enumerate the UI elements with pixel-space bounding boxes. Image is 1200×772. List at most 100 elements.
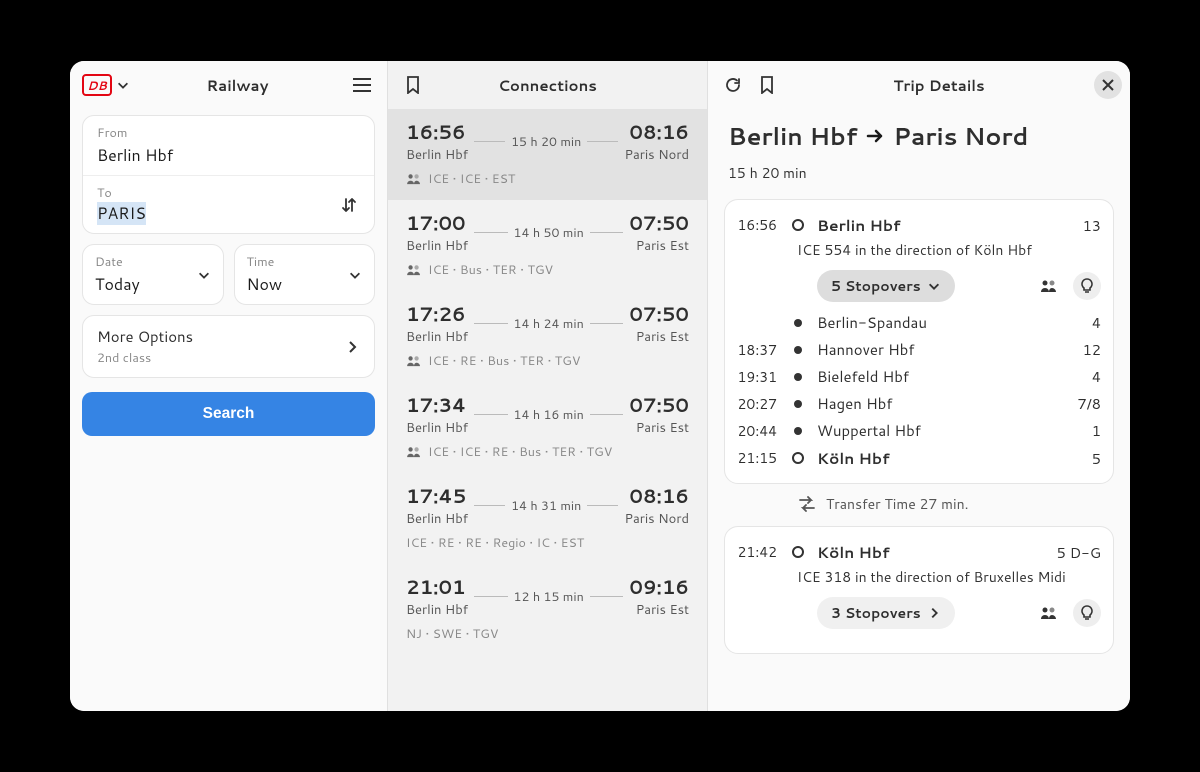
arr-time: 07:50 xyxy=(629,392,689,419)
stopover-row: 20:27Hagen Hbf7/8 xyxy=(733,393,1101,414)
from-label: From xyxy=(97,124,360,142)
menu-button[interactable] xyxy=(345,68,379,102)
station-dot-major xyxy=(792,546,804,558)
remarks-button[interactable] xyxy=(1073,599,1101,627)
arr-station: Paris Est xyxy=(629,237,689,255)
trip-segments[interactable]: 16:56 Berlin Hbf 13 ICE 554 in the direc… xyxy=(708,189,1130,705)
stopovers-toggle[interactable]: 3 Stopovers xyxy=(817,597,955,629)
connection-item[interactable]: 21:01Berlin Hbf12 h 15 min09:16Paris Est… xyxy=(388,564,707,655)
dep-station: Berlin Hbf xyxy=(406,510,468,528)
duration: 14 h 50 min xyxy=(474,224,623,242)
swap-button[interactable] xyxy=(334,190,364,220)
passengers-icon xyxy=(406,264,422,276)
search-button[interactable]: Search xyxy=(82,392,375,436)
train-types: ICE • RE • Bus • TER • TGV xyxy=(428,352,580,370)
search-form: From Berlin Hbf To PARIS Date To xyxy=(70,109,387,442)
duration: 14 h 16 min xyxy=(474,406,623,424)
stop-time: 20:27 xyxy=(733,394,779,414)
time-selector[interactable]: Time Now xyxy=(235,245,375,304)
dep-time: 17:34 xyxy=(406,392,468,419)
trip-to: Paris Nord xyxy=(893,119,1028,153)
dep-station: Berlin Hbf xyxy=(406,146,468,164)
station-dot-major xyxy=(792,452,804,464)
station-dot-minor xyxy=(794,427,802,435)
lightbulb-icon xyxy=(1080,278,1094,294)
connections-header: Connections xyxy=(388,61,707,109)
arr-station: Paris Est xyxy=(629,601,689,619)
dep-time: 21:01 xyxy=(406,574,468,601)
chevron-right-icon xyxy=(927,606,941,620)
swap-icon xyxy=(340,196,358,214)
dep-time: 17:26 xyxy=(406,301,468,328)
station-dot-minor xyxy=(794,319,802,327)
from-field[interactable]: From Berlin Hbf xyxy=(83,116,374,175)
bookmark-icon xyxy=(406,76,420,94)
bookmark-trip-button[interactable] xyxy=(750,68,784,102)
time-card: Time Now xyxy=(234,244,376,305)
trip-segment: 16:56 Berlin Hbf 13 ICE 554 in the direc… xyxy=(724,199,1114,484)
stopover-row: 20:44Wuppertal Hbf1 xyxy=(733,420,1101,441)
date-selector[interactable]: Date Today xyxy=(83,245,223,304)
transfer-text: Transfer Time 27 min. xyxy=(826,494,969,514)
to-value: PARIS xyxy=(97,202,146,225)
connection-item[interactable]: 17:26Berlin Hbf14 h 24 min07:50Paris Est… xyxy=(388,291,707,382)
stopovers-label: 3 Stopovers xyxy=(831,603,921,623)
connections-list[interactable]: 16:56Berlin Hbf15 h 20 min08:16Paris Nor… xyxy=(388,109,707,711)
trip-details-title: Trip Details xyxy=(784,75,1094,96)
stations-card: From Berlin Hbf To PARIS xyxy=(82,115,375,234)
arr-time: 09:16 xyxy=(629,574,689,601)
load-indicator xyxy=(1035,272,1063,300)
time-label: Time xyxy=(247,253,283,271)
transfer-icon xyxy=(798,496,816,512)
arr-time: 07:50 xyxy=(629,301,689,328)
remarks-button[interactable] xyxy=(1073,272,1101,300)
chevron-right-icon xyxy=(344,339,360,355)
close-icon xyxy=(1102,79,1114,91)
transfer-info: Transfer Time 27 min. xyxy=(798,494,1114,514)
train-types: ICE • Bus • TER • TGV xyxy=(428,261,553,279)
bookmark-button[interactable] xyxy=(396,68,430,102)
arr-station: Paris Nord xyxy=(624,510,689,528)
more-options-sub: 2nd class xyxy=(97,349,193,367)
arr-station: Paris Nord xyxy=(624,146,689,164)
trip-duration: 15 h 20 min xyxy=(728,163,1110,183)
arr-station: Köln Hbf xyxy=(817,447,1051,469)
stop-platform: 12 xyxy=(1061,339,1101,360)
close-button[interactable] xyxy=(1094,71,1122,99)
arr-time: 08:16 xyxy=(624,119,689,146)
bookmark-icon xyxy=(760,76,774,94)
stopover-row: 19:31Bielefeld Hbf4 xyxy=(733,366,1101,387)
stop-name: Hannover Hbf xyxy=(817,339,1051,360)
reload-button[interactable] xyxy=(716,68,750,102)
more-options-label: More Options xyxy=(97,326,193,347)
from-value: Berlin Hbf xyxy=(97,144,360,167)
dep-time: 21:42 xyxy=(733,542,779,562)
passengers-icon xyxy=(1040,606,1058,620)
train-types: ICE • RE • RE • Regio • IC • EST xyxy=(406,534,584,552)
chevron-down-icon xyxy=(927,279,941,293)
passengers-icon xyxy=(1040,279,1058,293)
connection-item[interactable]: 17:34Berlin Hbf14 h 16 min07:50Paris Est… xyxy=(388,382,707,473)
connection-item[interactable]: 16:56Berlin Hbf15 h 20 min08:16Paris Nor… xyxy=(388,109,707,200)
stop-platform: 7/8 xyxy=(1061,393,1101,414)
stop-platform: 1 xyxy=(1061,420,1101,441)
dep-station: Berlin Hbf xyxy=(817,214,1051,236)
date-value: Today xyxy=(95,273,140,296)
duration: 14 h 24 min xyxy=(474,315,623,333)
provider-selector[interactable]: DB xyxy=(78,74,130,96)
connection-item[interactable]: 17:45Berlin Hbf14 h 31 min08:16Paris Nor… xyxy=(388,473,707,564)
more-options-button[interactable]: More Options 2nd class xyxy=(82,315,375,378)
connection-item[interactable]: 17:00Berlin Hbf14 h 50 min07:50Paris Est… xyxy=(388,200,707,291)
stopovers-label: 5 Stopovers xyxy=(831,276,921,296)
stopovers-toggle[interactable]: 5 Stopovers xyxy=(817,270,955,302)
arrow-right-icon xyxy=(865,126,885,146)
train-types: ICE • ICE • RE • Bus • TER • TGV xyxy=(428,443,612,461)
connections-title: Connections xyxy=(430,75,665,96)
to-field[interactable]: To PARIS xyxy=(83,175,374,233)
dep-time: 16:56 xyxy=(406,119,468,146)
lightbulb-icon xyxy=(1080,605,1094,621)
reload-icon xyxy=(724,76,742,94)
arr-time: 07:50 xyxy=(629,210,689,237)
dep-time: 16:56 xyxy=(733,215,779,235)
train-info: ICE 318 in the direction of Bruxelles Mi… xyxy=(797,567,1101,587)
